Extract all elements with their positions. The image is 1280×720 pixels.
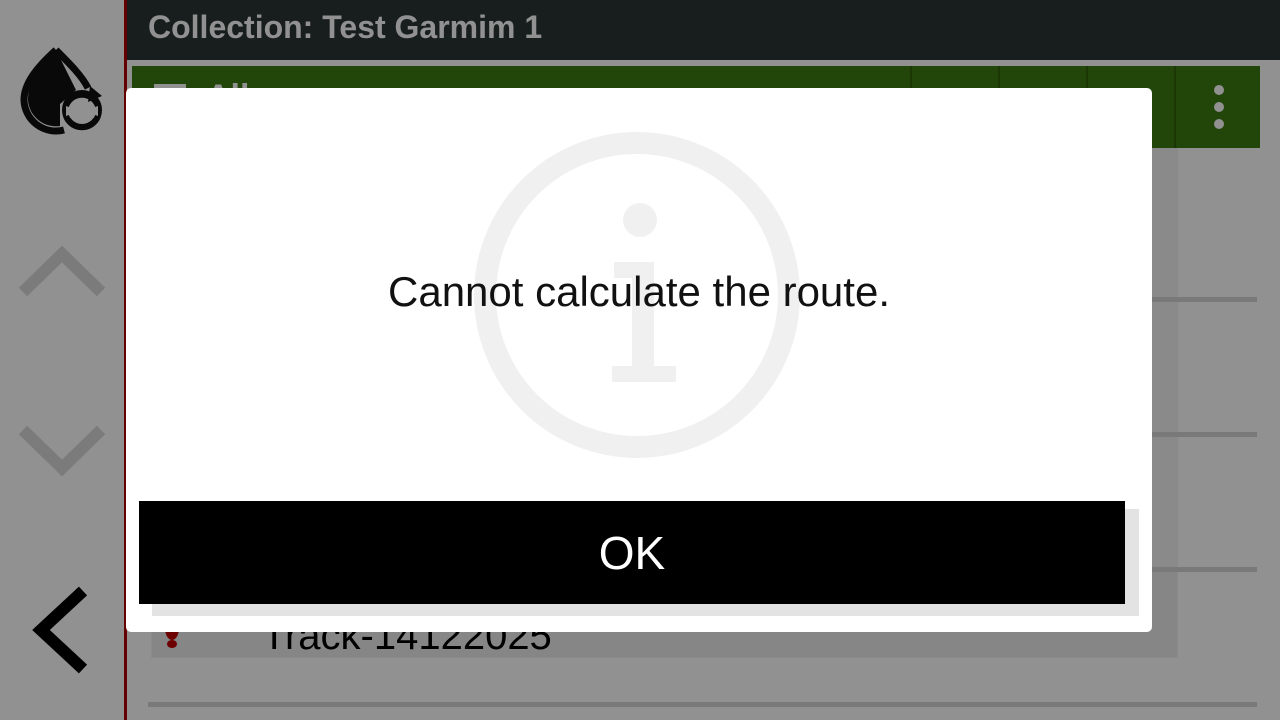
dialog-message: Cannot calculate the route. — [388, 268, 890, 315]
ok-button[interactable]: OK — [139, 501, 1125, 604]
